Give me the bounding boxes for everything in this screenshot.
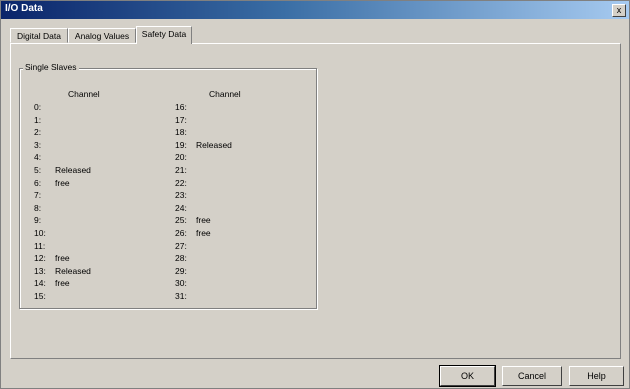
channel-number: 16: — [175, 102, 187, 112]
channel-number: 10: — [34, 228, 46, 238]
channel-number: 30: — [175, 278, 187, 288]
channel-number: 18: — [175, 127, 187, 137]
ok-button[interactable]: OK — [439, 365, 496, 387]
channel-status: free — [55, 253, 70, 263]
channel-status: Released — [55, 165, 91, 175]
channel-status: Released — [55, 266, 91, 276]
close-button[interactable]: x — [612, 4, 626, 17]
channel-status: Released — [196, 140, 232, 150]
channel-number: 1: — [34, 115, 42, 125]
channel-number: 5: — [34, 165, 42, 175]
channel-number: 26: — [175, 228, 187, 238]
channel-number: 14: — [34, 278, 46, 288]
channel-number: 19: — [175, 140, 187, 150]
channel-number: 11: — [34, 241, 46, 251]
channel-status: free — [55, 278, 70, 288]
tab-digital-data[interactable]: Digital Data — [10, 28, 68, 43]
channel-number: 9: — [34, 215, 42, 225]
channel-number: 25: — [175, 215, 187, 225]
channel-number: 2: — [34, 127, 42, 137]
channel-header-right: Channel — [209, 89, 241, 99]
window-title: I/O Data — [5, 3, 43, 14]
channel-number: 22: — [175, 178, 187, 188]
tab-safety-data[interactable]: Safety Data — [136, 26, 192, 44]
group-legend: Single Slaves — [23, 62, 79, 72]
channel-number: 3: — [34, 140, 42, 150]
channel-number: 0: — [34, 102, 42, 112]
help-button[interactable]: Help — [569, 366, 624, 386]
channel-number: 15: — [34, 291, 46, 301]
channel-number: 7: — [34, 190, 42, 200]
channel-number: 8: — [34, 203, 42, 213]
channel-number: 24: — [175, 203, 187, 213]
channel-status: free — [55, 178, 70, 188]
cancel-button[interactable]: Cancel — [502, 366, 562, 386]
channel-status: free — [196, 215, 211, 225]
channel-number: 31: — [175, 291, 187, 301]
channel-number: 23: — [175, 190, 187, 200]
tab-analog-values[interactable]: Analog Values — [68, 28, 136, 43]
title-bar: I/O Data x — [1, 1, 629, 19]
channel-header-left: Channel — [68, 89, 100, 99]
channel-status: free — [196, 228, 211, 238]
channel-number: 21: — [175, 165, 187, 175]
channel-number: 6: — [34, 178, 42, 188]
channel-number: 27: — [175, 241, 187, 251]
channel-number: 12: — [34, 253, 46, 263]
channel-number: 20: — [175, 152, 187, 162]
channel-number: 4: — [34, 152, 42, 162]
channel-number: 13: — [34, 266, 46, 276]
channel-number: 17: — [175, 115, 187, 125]
io-data-window: I/O Data x Digital Data Analog Values Sa… — [0, 0, 630, 389]
channel-number: 28: — [175, 253, 187, 263]
channel-number: 29: — [175, 266, 187, 276]
